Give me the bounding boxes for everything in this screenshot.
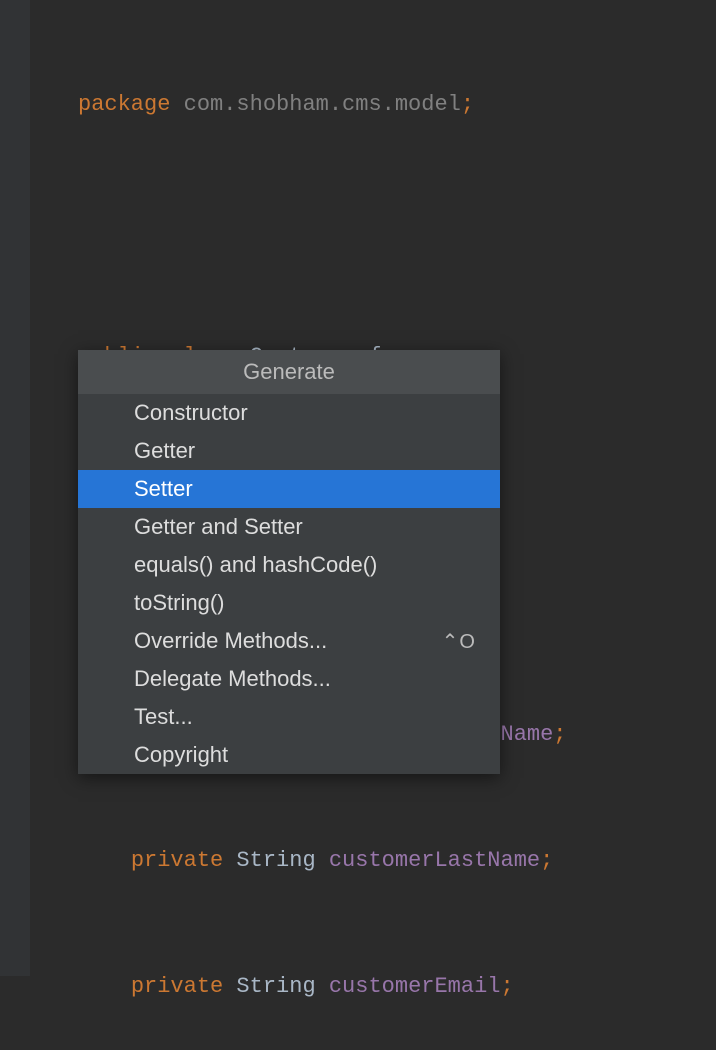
popup-title: Generate [78,350,500,394]
popup-item-label: Setter [134,476,193,502]
semicolon: ; [501,966,514,1008]
popup-item-getter-and-setter[interactable]: Getter and Setter [78,508,500,546]
type: String [223,840,315,882]
type: String [223,966,315,1008]
semicolon: ; [461,84,474,126]
editor-gutter [0,0,30,976]
field-name: customerEmail [316,966,501,1008]
popup-item-label: equals() and hashCode() [134,552,377,578]
popup-item-label: Getter and Setter [134,514,303,540]
field-name: customerLastName [316,840,540,882]
keyword: private [131,966,223,1008]
popup-item-copyright[interactable]: Copyright [78,736,500,774]
code-line: private String customerLastName; [78,840,716,882]
popup-item-equals-and-hashcode[interactable]: equals() and hashCode() [78,546,500,584]
semicolon: ; [540,840,553,882]
popup-item-test[interactable]: Test... [78,698,500,736]
popup-item-label: Copyright [134,742,228,768]
keyword: private [131,840,223,882]
code-line-blank [78,210,716,252]
code-line: package com.shobham.cms.model; [78,84,716,126]
popup-item-label: Override Methods... [134,628,327,654]
popup-item-override-methods[interactable]: Override Methods... ⌃O [78,622,500,660]
popup-item-getter[interactable]: Getter [78,432,500,470]
generate-popup: Generate Constructor Getter Setter Getter a… [78,350,500,774]
popup-item-tostring[interactable]: toString() [78,584,500,622]
package-path: com.shobham.cms.model [170,84,460,126]
popup-item-setter[interactable]: Setter [78,470,500,508]
code-line: private String customerEmail; [78,966,716,1008]
popup-item-constructor[interactable]: Constructor [78,394,500,432]
popup-item-shortcut: ⌃O [442,629,476,654]
semicolon: ; [553,714,566,756]
popup-item-label: Getter [134,438,195,464]
popup-item-label: Delegate Methods... [134,666,331,692]
popup-item-label: Constructor [134,400,248,426]
popup-item-delegate-methods[interactable]: Delegate Methods... [78,660,500,698]
popup-item-label: Test... [134,704,193,730]
popup-items: Constructor Getter Setter Getter and Setter… [78,394,500,774]
keyword: package [78,84,170,126]
popup-item-label: toString() [134,590,224,616]
